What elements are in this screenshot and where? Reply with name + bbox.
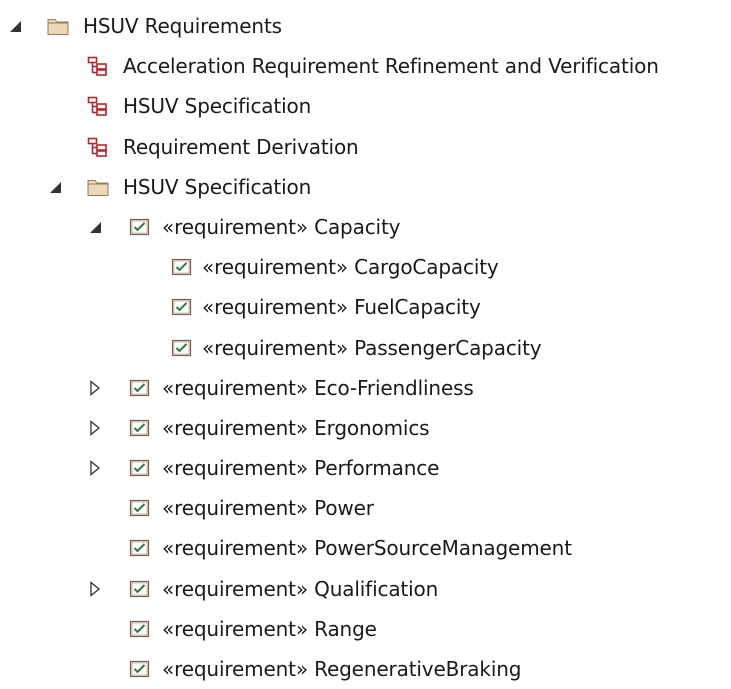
tree-node-requirement[interactable]: «requirement» Performance — [0, 448, 731, 488]
collapsed-arrow-icon[interactable] — [86, 569, 104, 609]
tree-node-label: «requirement» PowerSourceManagement — [162, 536, 572, 561]
tree-node-requirement[interactable]: «requirement» PowerSourceManagement — [0, 528, 731, 568]
requirements-diagram-icon — [87, 56, 109, 76]
tree-node-requirement[interactable]: «requirement» PassengerCapacity — [0, 328, 731, 368]
tree-node-requirement[interactable]: «requirement» CargoCapacity — [0, 247, 731, 287]
tree-node-label: Requirement Derivation — [123, 134, 359, 159]
tree-node-hsuv-specification-package[interactable]: HSUV Specification — [0, 167, 731, 207]
tree-node-requirement[interactable]: «requirement» RegenerativeBraking — [0, 649, 731, 689]
requirement-icon — [129, 538, 151, 558]
tree-node-label: Acceleration Requirement Refinement and … — [123, 54, 659, 79]
tree-node-label: «requirement» Power — [162, 496, 374, 521]
requirements-diagram-icon — [87, 137, 109, 157]
requirement-icon — [129, 378, 151, 398]
requirement-icon — [129, 418, 151, 438]
tree-node-label: «requirement» Ergonomics — [162, 415, 430, 440]
expanded-arrow-icon[interactable] — [6, 6, 24, 46]
tree-node-requirement[interactable]: «requirement» Eco-Friendliness — [0, 368, 731, 408]
tree-node-label: «requirement» Capacity — [162, 214, 401, 239]
tree-node-diagram[interactable]: HSUV Specification — [0, 86, 731, 126]
requirement-icon — [171, 338, 193, 358]
collapsed-arrow-icon[interactable] — [86, 448, 104, 488]
package-folder-icon — [87, 177, 109, 197]
tree-node-label: «requirement» FuelCapacity — [202, 295, 481, 320]
collapsed-arrow-icon[interactable] — [86, 368, 104, 408]
tree-node-requirement[interactable]: «requirement» Qualification — [0, 569, 731, 609]
tree-node-label: HSUV Specification — [123, 94, 312, 119]
tree-node-diagram[interactable]: Requirement Derivation — [0, 127, 731, 167]
tree-node-label: HSUV Requirements — [83, 14, 282, 38]
requirement-icon — [171, 297, 193, 317]
tree-node-label: «requirement» Eco-Friendliness — [162, 375, 474, 400]
tree-node-diagram[interactable]: Acceleration Requirement Refinement and … — [0, 46, 731, 86]
requirement-icon — [129, 579, 151, 599]
tree-node-label: «requirement» Qualification — [162, 576, 439, 601]
requirement-icon — [129, 498, 151, 518]
tree-node-requirement-capacity[interactable]: «requirement» Capacity — [0, 207, 731, 247]
requirement-icon — [129, 619, 151, 639]
requirement-icon — [129, 458, 151, 478]
requirement-icon — [129, 659, 151, 679]
tree-node-hsuv-requirements[interactable]: HSUV Requirements — [0, 6, 731, 46]
tree-node-requirement[interactable]: «requirement» Range — [0, 609, 731, 649]
package-folder-icon — [47, 16, 69, 36]
tree-node-label: HSUV Specification — [123, 174, 312, 199]
tree-node-label: «requirement» RegenerativeBraking — [162, 657, 522, 681]
requirement-icon — [171, 257, 193, 277]
tree-node-label: «requirement» Performance — [162, 456, 440, 481]
tree-node-label: «requirement» PassengerCapacity — [202, 335, 542, 360]
requirement-icon — [129, 217, 151, 237]
tree-node-requirement[interactable]: «requirement» FuelCapacity — [0, 287, 731, 327]
expanded-arrow-icon[interactable] — [86, 207, 104, 247]
expanded-arrow-icon[interactable] — [46, 167, 64, 207]
requirements-diagram-icon — [87, 96, 109, 117]
tree-node-requirement[interactable]: «requirement» Power — [0, 488, 731, 528]
project-browser-tree: HSUV Requirements Acceleration Requireme… — [0, 6, 731, 689]
tree-node-label: «requirement» Range — [162, 616, 377, 641]
tree-node-label: «requirement» CargoCapacity — [202, 255, 499, 280]
tree-node-requirement[interactable]: «requirement» Ergonomics — [0, 408, 731, 448]
collapsed-arrow-icon[interactable] — [86, 408, 104, 448]
